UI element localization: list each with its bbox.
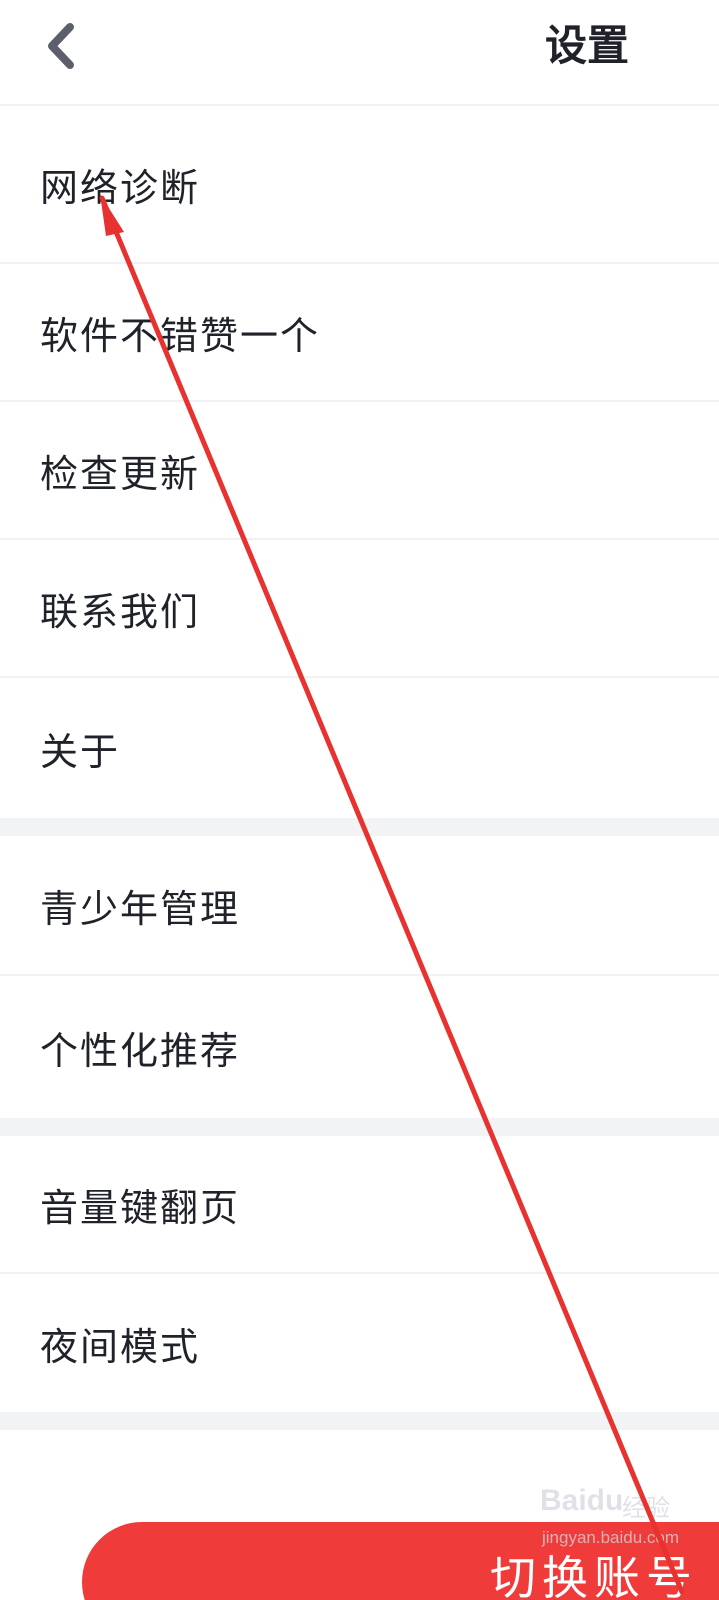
back-button[interactable] — [30, 16, 90, 76]
menu-item-label: 音量键翻页 — [40, 1185, 241, 1230]
top-bar: 设置 — [0, 0, 719, 106]
menu-item-teen-mode[interactable]: 青少年管理 — [0, 836, 719, 976]
menu-item-rate-app[interactable]: 软件不错赞一个 — [0, 264, 719, 402]
section-divider — [0, 818, 719, 836]
menu-item-label: 青少年管理 — [40, 886, 241, 931]
menu-item-night-mode[interactable]: 夜间模式 — [0, 1274, 719, 1412]
menu-item-label: 网络诊断 — [40, 165, 201, 210]
watermark-cn: 经验 — [622, 1494, 670, 1522]
menu-item-label: 联系我们 — [40, 589, 201, 634]
page-title: 设置 — [544, 21, 629, 70]
settings-screen: 设置 网络诊断 软件不错赞一个 检查更新 联系我们 关于 青少年管理 个性化推荐… — [0, 0, 719, 1600]
section-divider — [0, 1412, 719, 1430]
menu-item-network-diagnosis[interactable]: 网络诊断 — [0, 106, 719, 264]
chevron-left-icon — [48, 23, 74, 69]
menu-item-check-update[interactable]: 检查更新 — [0, 402, 719, 540]
watermark-brand: Baidu — [540, 1484, 624, 1517]
menu-item-about[interactable]: 关于 — [0, 678, 719, 818]
menu-item-personalized-recommendation[interactable]: 个性化推荐 — [0, 976, 719, 1118]
menu-item-label: 关于 — [40, 729, 121, 774]
section-divider — [0, 1118, 719, 1136]
menu-item-label: 个性化推荐 — [40, 1028, 241, 1073]
menu-item-contact-us[interactable]: 联系我们 — [0, 540, 719, 678]
menu-item-volume-key-page-turn[interactable]: 音量键翻页 — [0, 1136, 719, 1274]
menu-item-label: 夜间模式 — [40, 1324, 201, 1369]
menu-item-label: 软件不错赞一个 — [40, 313, 321, 358]
menu-item-label: 检查更新 — [40, 451, 201, 496]
baidu-watermark: Baidu 经验 jingyan.baidu.com — [540, 1478, 690, 1564]
watermark-url: jingyan.baidu.com — [542, 1528, 680, 1547]
